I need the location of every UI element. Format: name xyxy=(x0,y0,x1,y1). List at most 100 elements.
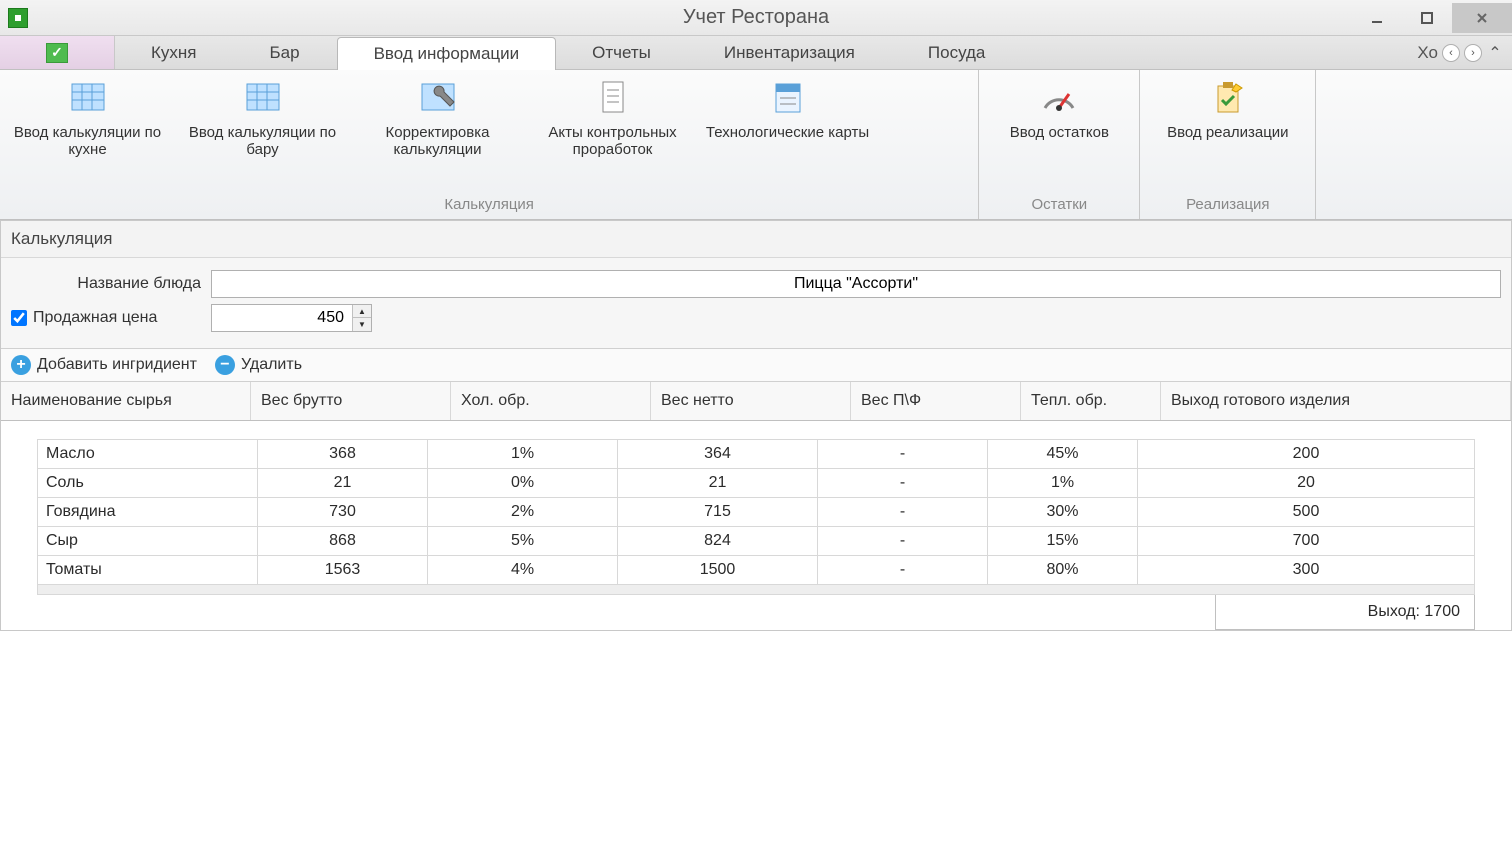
table-cell[interactable]: 4% xyxy=(428,556,618,585)
table-cell[interactable]: 1% xyxy=(428,440,618,469)
calc-panel: Калькуляция Название блюда Продажная цен… xyxy=(0,220,1512,631)
ribbon-item-label: Корректировка калькуляции xyxy=(350,124,525,158)
table-cell[interactable]: 21 xyxy=(258,469,428,498)
table-cell[interactable]: Томаты xyxy=(38,556,258,585)
grid-icon xyxy=(68,78,108,118)
table-cell[interactable]: 2% xyxy=(428,498,618,527)
table-cell[interactable]: 15% xyxy=(988,527,1138,556)
table-cell[interactable]: 300 xyxy=(1138,556,1475,585)
tab-kitchen[interactable]: Кухня xyxy=(115,36,234,69)
table-cell[interactable]: - xyxy=(818,469,988,498)
col-header[interactable]: Выход готового изделия xyxy=(1161,382,1511,420)
check-icon xyxy=(46,43,68,63)
spin-down-button[interactable]: ▼ xyxy=(353,318,371,331)
table-cell[interactable]: 700 xyxy=(1138,527,1475,556)
table-cell[interactable]: Масло xyxy=(38,440,258,469)
add-ingredient-button[interactable]: + Добавить ингридиент xyxy=(11,355,197,375)
panel-title: Калькуляция xyxy=(1,221,1511,258)
ribbon-item-label: Ввод реализации xyxy=(1167,124,1288,141)
ribbon-calc-kitchen[interactable]: Ввод калькуляции по кухне xyxy=(0,70,175,192)
grid-header: Наименование сырья Вес брутто Хол. обр. … xyxy=(1,382,1511,421)
col-header[interactable]: Вес нетто xyxy=(651,382,851,420)
tab-bar[interactable]: Бар xyxy=(234,36,337,69)
ribbon-acts[interactable]: Акты контрольных проработок xyxy=(525,70,700,192)
tab-reports[interactable]: Отчеты xyxy=(556,36,688,69)
table-cell[interactable]: - xyxy=(818,440,988,469)
tab-inventory[interactable]: Инвентаризация xyxy=(688,36,892,69)
document-icon xyxy=(593,78,633,118)
price-label: Продажная цена xyxy=(33,309,157,327)
collapse-ribbon-button[interactable]: ⌃ xyxy=(1486,44,1504,62)
table-cell[interactable]: 715 xyxy=(618,498,818,527)
table-cell[interactable]: 364 xyxy=(618,440,818,469)
app-icon xyxy=(8,8,28,28)
maximize-button[interactable] xyxy=(1402,3,1452,33)
grid-footer-total: Выход: 1700 xyxy=(1215,595,1475,630)
col-header[interactable]: Тепл. обр. xyxy=(1021,382,1161,420)
ribbon: Ввод калькуляции по кухне Ввод калькуляц… xyxy=(0,70,1512,220)
table-cell[interactable]: 45% xyxy=(988,440,1138,469)
price-input[interactable] xyxy=(212,309,352,327)
card-icon xyxy=(768,78,808,118)
table-cell[interactable]: Соль xyxy=(38,469,258,498)
quick-access[interactable] xyxy=(0,36,115,69)
price-checkbox[interactable] xyxy=(11,310,27,326)
dish-name-input[interactable] xyxy=(211,270,1501,298)
grid-body: Масло3681%364-45%200Соль210%21-1%20Говяд… xyxy=(1,421,1511,630)
gauge-icon xyxy=(1039,78,1079,118)
table-row[interactable]: Соль210%21-1%20 xyxy=(38,469,1475,498)
table-cell[interactable]: 1563 xyxy=(258,556,428,585)
close-button[interactable] xyxy=(1452,3,1512,33)
ribbon-realization[interactable]: Ввод реализации xyxy=(1140,70,1315,192)
table-cell[interactable]: 824 xyxy=(618,527,818,556)
table-cell[interactable]: 730 xyxy=(258,498,428,527)
table-cell[interactable]: - xyxy=(818,498,988,527)
ribbon-group-label: Остатки xyxy=(979,192,1139,219)
table-cell[interactable]: 21 xyxy=(618,469,818,498)
grid-icon xyxy=(243,78,283,118)
table-cell[interactable]: 500 xyxy=(1138,498,1475,527)
delete-ingredient-button[interactable]: − Удалить xyxy=(215,355,302,375)
tab-dishes[interactable]: Посуда xyxy=(892,36,1022,69)
titlebar: Учет Ресторана xyxy=(0,0,1512,36)
ribbon-techcards[interactable]: Технологические карты xyxy=(700,70,875,192)
table-row[interactable]: Говядина7302%715-30%500 xyxy=(38,498,1475,527)
col-header[interactable]: Хол. обр. xyxy=(451,382,651,420)
tab-overflow-label: Хо xyxy=(1417,43,1438,63)
scroll-left-button[interactable]: ‹ xyxy=(1442,44,1460,62)
table-cell[interactable]: 5% xyxy=(428,527,618,556)
table-row[interactable]: Масло3681%364-45%200 xyxy=(38,440,1475,469)
delete-button-label: Удалить xyxy=(241,356,302,374)
col-header[interactable]: Вес брутто xyxy=(251,382,451,420)
table-cell[interactable]: 20 xyxy=(1138,469,1475,498)
table-cell[interactable]: 30% xyxy=(988,498,1138,527)
table-cell[interactable]: 200 xyxy=(1138,440,1475,469)
spin-up-button[interactable]: ▲ xyxy=(353,305,371,318)
table-cell[interactable]: - xyxy=(818,527,988,556)
table-cell[interactable]: 80% xyxy=(988,556,1138,585)
col-header[interactable]: Наименование сырья xyxy=(1,382,251,420)
ribbon-calc-correct[interactable]: Корректировка калькуляции xyxy=(350,70,525,192)
table-cell[interactable]: 368 xyxy=(258,440,428,469)
table-cell[interactable]: 1% xyxy=(988,469,1138,498)
table-cell[interactable]: 1500 xyxy=(618,556,818,585)
dish-name-label: Название блюда xyxy=(11,275,201,293)
table-row[interactable]: Томаты15634%1500-80%300 xyxy=(38,556,1475,585)
table-cell[interactable]: 0% xyxy=(428,469,618,498)
ribbon-calc-bar[interactable]: Ввод калькуляции по бару xyxy=(175,70,350,192)
clipboard-check-icon xyxy=(1208,78,1248,118)
table-cell[interactable]: - xyxy=(818,556,988,585)
col-header[interactable]: Вес П\Ф xyxy=(851,382,1021,420)
scroll-right-button[interactable]: › xyxy=(1464,44,1482,62)
minimize-button[interactable] xyxy=(1352,3,1402,33)
ingredients-table[interactable]: Масло3681%364-45%200Соль210%21-1%20Говяд… xyxy=(37,439,1475,595)
table-cell[interactable]: Сыр xyxy=(38,527,258,556)
add-button-label: Добавить ингридиент xyxy=(37,356,197,374)
ribbon-item-label: Ввод остатков xyxy=(1010,124,1109,141)
table-row[interactable]: Сыр8685%824-15%700 xyxy=(38,527,1475,556)
table-cell[interactable]: Говядина xyxy=(38,498,258,527)
table-cell[interactable]: 868 xyxy=(258,527,428,556)
tab-input[interactable]: Ввод информации xyxy=(337,37,557,70)
wrench-grid-icon xyxy=(418,78,458,118)
ribbon-balances[interactable]: Ввод остатков xyxy=(979,70,1139,192)
